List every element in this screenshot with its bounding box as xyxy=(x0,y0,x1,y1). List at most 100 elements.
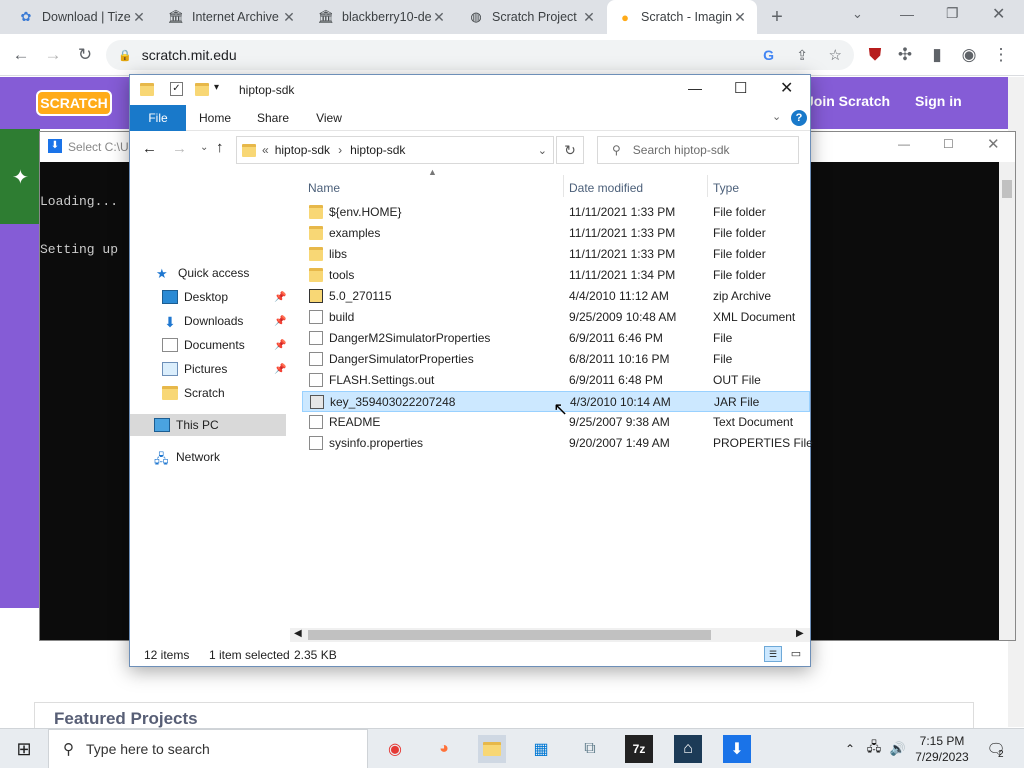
pin-icon[interactable]: 📌 xyxy=(274,292,286,303)
overflow-chevron[interactable]: « xyxy=(262,143,269,157)
file-row[interactable]: ${env.HOME} 11/11/2021 1:33 PM File folder xyxy=(302,202,810,223)
file-row[interactable]: DangerM2SimulatorProperties 6/9/2011 6:46… xyxy=(302,328,810,349)
back-icon[interactable]: ← xyxy=(8,42,34,68)
file-row[interactable]: FLASH.Settings.out 6/9/2011 6:48 PM OUT Fi… xyxy=(302,370,810,391)
console-maximize-icon[interactable]: ☐ xyxy=(943,137,954,151)
close-icon[interactable]: ✕ xyxy=(992,4,1005,24)
new-folder-icon[interactable] xyxy=(195,83,209,96)
firefox-icon[interactable]: ◕ xyxy=(430,735,458,763)
clock[interactable]: 7:15 PM 7/29/2023 xyxy=(912,733,972,765)
close-tab-icon[interactable]: ✕ xyxy=(132,9,146,26)
menu-icon[interactable]: ⋮ xyxy=(988,42,1014,68)
pin-icon[interactable]: 📌 xyxy=(274,364,286,375)
tab-file[interactable]: File xyxy=(130,105,186,131)
file-row[interactable]: DangerSimulatorProperties 6/8/2011 10:16 … xyxy=(302,349,810,370)
scroll-left-icon[interactable]: ◀ xyxy=(294,628,302,639)
column-header-name[interactable]: Name xyxy=(308,181,340,195)
console-close-icon[interactable]: ✕ xyxy=(987,135,1000,153)
address-box[interactable]: « hiptop-sdk › hiptop-sdk ⌄ xyxy=(236,136,554,164)
column-header-type[interactable]: Type xyxy=(713,181,739,195)
volume-icon[interactable]: 🔊 xyxy=(884,735,912,763)
share-icon[interactable]: ⇪ xyxy=(796,47,808,64)
scroll-right-icon[interactable]: ▶ xyxy=(796,628,804,639)
column-divider[interactable] xyxy=(563,175,564,197)
profile-icon[interactable]: ◉ xyxy=(956,42,982,68)
scroll-thumb[interactable] xyxy=(308,630,711,640)
join-scratch-link[interactable]: Join Scratch xyxy=(806,93,890,109)
breadcrumb-1[interactable]: hiptop-sdk xyxy=(275,143,330,157)
close-icon[interactable]: ✕ xyxy=(780,78,793,98)
scratch-logo[interactable]: SCRATCH xyxy=(36,90,112,116)
forward-icon[interactable]: → xyxy=(40,42,66,68)
nav-this-pc[interactable]: This PC xyxy=(130,414,286,436)
tab-view[interactable]: View xyxy=(306,105,352,131)
tab-share[interactable]: Share xyxy=(250,105,296,131)
star-icon[interactable]: ☆ xyxy=(829,46,842,64)
pin-icon[interactable]: 📌 xyxy=(274,316,286,327)
7zip-icon[interactable]: 7z xyxy=(625,735,653,763)
google-icon[interactable]: G xyxy=(763,47,774,63)
file-row[interactable]: build 9/25/2009 10:48 AM XML Document xyxy=(302,307,810,328)
tab-home[interactable]: Home xyxy=(190,105,240,131)
minimize-icon[interactable]: — xyxy=(688,80,702,96)
nav-desktop[interactable]: Desktop 📌 xyxy=(130,286,290,308)
qat-dropdown-icon[interactable]: ▾ xyxy=(214,82,219,93)
horizontal-scrollbar[interactable]: ◀ ▶ xyxy=(290,628,810,642)
console-minimize-icon[interactable]: — xyxy=(898,137,910,151)
console-scrollbar[interactable] xyxy=(999,162,1015,640)
help-icon[interactable]: ? xyxy=(791,110,807,126)
new-tab-button[interactable]: + xyxy=(766,6,788,28)
close-tab-icon[interactable]: ✕ xyxy=(282,9,296,26)
recent-locations-icon[interactable]: ⌄ xyxy=(200,142,208,153)
pin-icon[interactable]: 📌 xyxy=(274,340,286,351)
column-divider[interactable] xyxy=(707,175,708,197)
chrome-icon[interactable]: ◉ xyxy=(381,735,409,763)
minimize-icon[interactable]: — xyxy=(900,6,914,22)
breadcrumb-2[interactable]: hiptop-sdk xyxy=(350,143,405,157)
nav-documents[interactable]: Documents 📌 xyxy=(130,334,290,356)
app-icon[interactable]: ⧉ xyxy=(576,735,604,763)
tab-internet-archive[interactable]: 🏛 Internet Archive ✕ xyxy=(158,0,306,34)
tab-search-icon[interactable]: ⌄ xyxy=(852,6,863,22)
column-header-date[interactable]: Date modified xyxy=(569,181,643,195)
file-row[interactable]: examples 11/11/2021 1:33 PM File folder xyxy=(302,223,810,244)
file-explorer-taskbar-icon[interactable] xyxy=(478,735,506,763)
nav-network[interactable]: 🖧 Network xyxy=(130,446,290,468)
explorer-titlebar[interactable]: ✓ ▾ hiptop-sdk — ☐ ✕ xyxy=(130,75,810,105)
console-scroll-thumb[interactable] xyxy=(1002,180,1012,198)
file-row[interactable]: sysinfo.properties 9/20/2007 1:49 AM PROPE… xyxy=(302,433,813,454)
chevron-down-icon[interactable]: ⌄ xyxy=(538,144,547,157)
tab-scratch-imagine[interactable]: ● Scratch - Imagin ✕ xyxy=(607,0,757,34)
refresh-button[interactable]: ↻ xyxy=(556,136,584,164)
back-icon[interactable]: ← xyxy=(142,140,157,157)
nav-pictures[interactable]: Pictures 📌 xyxy=(130,358,290,380)
reload-icon[interactable]: ↻ xyxy=(72,42,98,68)
tab-download-tizen[interactable]: ✿ Download | Tize ✕ xyxy=(8,0,156,34)
file-row[interactable]: 5.0_270115 4/4/2010 11:12 AM zip Archive xyxy=(302,286,810,307)
nav-quick-access[interactable]: ★ Quick access xyxy=(130,262,290,284)
tab-scratch-project[interactable]: ◍ Scratch Project ✕ xyxy=(458,0,606,34)
ublock-icon[interactable]: ⛊ xyxy=(862,42,888,68)
terminal-app-icon[interactable]: ⌂ xyxy=(674,735,702,763)
close-tab-icon[interactable]: ✕ xyxy=(432,9,446,26)
notifications-icon[interactable]: 🗨 xyxy=(982,735,1010,763)
large-icons-view-icon[interactable]: ▭ xyxy=(788,646,804,662)
store-icon[interactable]: ▦ xyxy=(527,735,555,763)
address-bar[interactable]: 🔒 scratch.mit.edu G ⇪ ☆ xyxy=(106,40,854,70)
nav-scratch[interactable]: Scratch xyxy=(130,382,290,404)
nav-downloads[interactable]: ⬇ Downloads 📌 xyxy=(130,310,290,332)
extensions-icon[interactable]: ✣ xyxy=(892,42,918,68)
file-row[interactable]: libs 11/11/2021 1:33 PM File folder xyxy=(302,244,810,265)
properties-icon[interactable]: ✓ xyxy=(170,82,183,96)
file-row[interactable]: tools 11/11/2021 1:34 PM File folder xyxy=(302,265,810,286)
maximize-icon[interactable]: ☐ xyxy=(734,79,747,97)
restore-icon[interactable]: ❐ xyxy=(946,5,959,22)
windows-start-icon[interactable]: ⊞ xyxy=(10,735,38,763)
search-box[interactable]: ⚲ Search hiptop-sdk xyxy=(597,136,799,164)
side-panel-icon[interactable]: ▮ xyxy=(924,42,950,68)
chevron-right-icon[interactable]: › xyxy=(338,143,342,157)
forward-icon[interactable]: → xyxy=(172,140,187,157)
close-tab-icon[interactable]: ✕ xyxy=(733,9,747,26)
details-view-icon[interactable]: ☰ xyxy=(764,646,782,662)
expand-ribbon-icon[interactable]: ⌄ xyxy=(772,110,781,123)
